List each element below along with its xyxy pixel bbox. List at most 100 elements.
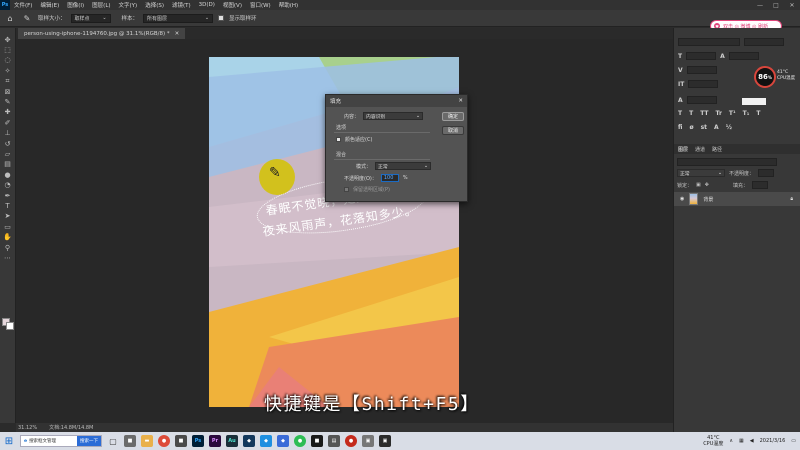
tab-layers[interactable]: 图层: [678, 146, 688, 153]
taskbar-search-button[interactable]: 搜索一下: [77, 436, 101, 446]
app-icon-1[interactable]: ■: [124, 435, 136, 447]
zoom-level[interactable]: 31.12%: [18, 425, 37, 431]
pen-tool-icon[interactable]: ✒: [2, 192, 13, 200]
app-icon-3[interactable]: Au: [226, 435, 238, 447]
subscript-icon[interactable]: T₁: [743, 110, 750, 117]
menu-window[interactable]: 窗口(W): [246, 1, 275, 9]
ok-button[interactable]: 确定: [442, 112, 464, 121]
cancel-button[interactable]: 取消: [442, 126, 464, 135]
file-explorer-icon[interactable]: ▬: [141, 435, 153, 447]
superscript-icon[interactable]: T¹: [729, 110, 736, 117]
menu-help[interactable]: 帮助(H): [275, 1, 302, 9]
close-icon[interactable]: ✕: [175, 31, 180, 37]
type-tool-icon[interactable]: T: [2, 202, 13, 210]
leading-field[interactable]: [728, 52, 759, 60]
blur-tool-icon[interactable]: ●: [2, 171, 13, 179]
color-adapt-checkbox[interactable]: [336, 137, 341, 142]
underline-icon[interactable]: T: [756, 110, 760, 117]
baseline-field[interactable]: [686, 96, 717, 104]
contents-select[interactable]: 内容识别 ⌄: [363, 112, 424, 120]
taskbar-search[interactable]: e 搜索框文管理 搜索一下: [20, 435, 102, 447]
dodge-tool-icon[interactable]: ◔: [2, 181, 13, 189]
shape-tool-icon[interactable]: ▭: [2, 223, 13, 231]
crop-tool-icon[interactable]: ⌗: [2, 78, 13, 86]
tray-clock[interactable]: 2021/3/16: [760, 438, 786, 444]
wechat-icon[interactable]: ●: [294, 435, 306, 447]
close-icon[interactable]: ✕: [458, 98, 463, 104]
app-icon-4[interactable]: ◆: [243, 435, 255, 447]
all-caps-icon[interactable]: TT: [700, 110, 708, 117]
task-view-icon[interactable]: ▢: [107, 435, 119, 447]
layer-fill-field[interactable]: [751, 181, 768, 189]
tab-channels[interactable]: 通道: [695, 146, 705, 153]
gradient-tool-icon[interactable]: ▤: [2, 161, 13, 169]
opacity-input[interactable]: 100: [380, 174, 399, 182]
eraser-tool-icon[interactable]: ▱: [2, 150, 13, 158]
menu-file[interactable]: 文件(F): [10, 1, 36, 9]
menu-select[interactable]: 选择(S): [141, 1, 168, 9]
show-ring-checkbox[interactable]: [218, 15, 225, 21]
faux-bold-icon[interactable]: T: [678, 110, 682, 117]
app-icon-9[interactable]: ▣: [362, 435, 374, 447]
layer-row-background[interactable]: ◉ 背景 🔒︎: [674, 192, 800, 206]
font-family-field[interactable]: [678, 38, 740, 46]
preserve-checkbox[interactable]: [344, 187, 349, 192]
healing-brush-icon[interactable]: ✚: [2, 109, 13, 117]
faux-italic-icon[interactable]: T: [689, 110, 693, 117]
fraction-icon[interactable]: ½: [726, 124, 732, 131]
marquee-tool-icon[interactable]: ⬚: [2, 46, 13, 54]
background-color-swatch[interactable]: [6, 322, 14, 330]
text-color-swatch[interactable]: [742, 98, 766, 105]
zoom-tool-icon[interactable]: ⚲: [2, 244, 13, 252]
lasso-tool-icon[interactable]: ◌: [2, 57, 13, 65]
eyedropper-tool-icon[interactable]: ✎: [21, 13, 33, 24]
font-size-field[interactable]: [686, 52, 717, 60]
kerning-field[interactable]: [686, 66, 717, 74]
menu-filter[interactable]: 滤镜(T): [168, 1, 195, 9]
close-window-button[interactable]: ✕: [784, 0, 800, 10]
menu-image[interactable]: 图像(I): [63, 1, 88, 9]
sample-size-select[interactable]: 取样点 ⌄: [70, 13, 111, 23]
recorder-icon[interactable]: ●: [345, 435, 357, 447]
history-brush-icon[interactable]: ↺: [2, 140, 13, 148]
move-tool-icon[interactable]: ✥: [2, 36, 13, 44]
photoshop-taskbar-icon[interactable]: Ps: [192, 435, 204, 447]
ligature-icon[interactable]: fi: [678, 124, 682, 131]
ordinal-icon[interactable]: A: [714, 124, 719, 131]
notification-icon[interactable]: ▭: [791, 438, 796, 444]
menu-edit[interactable]: 编辑(E): [36, 1, 63, 9]
visibility-eye-icon[interactable]: ◉: [680, 196, 684, 202]
document-info[interactable]: 文档:14.8M/14.8M: [49, 424, 93, 431]
sample-select[interactable]: 所有图层 ⌄: [143, 13, 214, 23]
layer-filter-field[interactable]: [677, 158, 777, 166]
magic-wand-tool-icon[interactable]: ✧: [2, 67, 13, 75]
premiere-taskbar-icon[interactable]: Pr: [209, 435, 221, 447]
tab-paths[interactable]: 路径: [712, 146, 722, 153]
app-icon-8[interactable]: ▤: [328, 435, 340, 447]
chrome-icon[interactable]: ●: [158, 435, 170, 447]
more-tools-icon[interactable]: ⋯: [2, 254, 13, 262]
lock-icon[interactable]: ▣: [696, 182, 701, 188]
network-icon[interactable]: ▦: [739, 438, 744, 444]
path-select-icon[interactable]: ➤: [2, 213, 13, 221]
hand-tool-icon[interactable]: ✋: [2, 233, 13, 241]
app-icon-10[interactable]: ▣: [379, 435, 391, 447]
layer-blend-select[interactable]: 正常 ⌄: [677, 169, 725, 177]
app-icon-6[interactable]: ◆: [277, 435, 289, 447]
eyedropper-icon[interactable]: ✎: [2, 98, 13, 106]
swash-icon[interactable]: st: [701, 124, 707, 131]
menu-layer[interactable]: 图层(L): [88, 1, 114, 9]
volume-icon[interactable]: ◀: [750, 438, 754, 444]
app-icon-7[interactable]: ■: [311, 435, 323, 447]
scale-field[interactable]: [688, 80, 719, 88]
menu-type[interactable]: 文字(Y): [115, 1, 142, 9]
small-caps-icon[interactable]: Tr: [716, 110, 722, 117]
brush-tool-icon[interactable]: ✐: [2, 119, 13, 127]
document-tab[interactable]: person-using-iphone-1194760.jpg @ 31.1%(…: [18, 28, 186, 39]
windows-start-icon[interactable]: ⊞: [3, 435, 15, 447]
layer-opacity-field[interactable]: [758, 169, 775, 177]
tray-arrow-icon[interactable]: ∧: [729, 438, 733, 444]
menu-view[interactable]: 视图(V): [219, 1, 246, 9]
frame-tool-icon[interactable]: ⊠: [2, 88, 13, 96]
clone-stamp-icon[interactable]: ⊥: [2, 130, 13, 138]
